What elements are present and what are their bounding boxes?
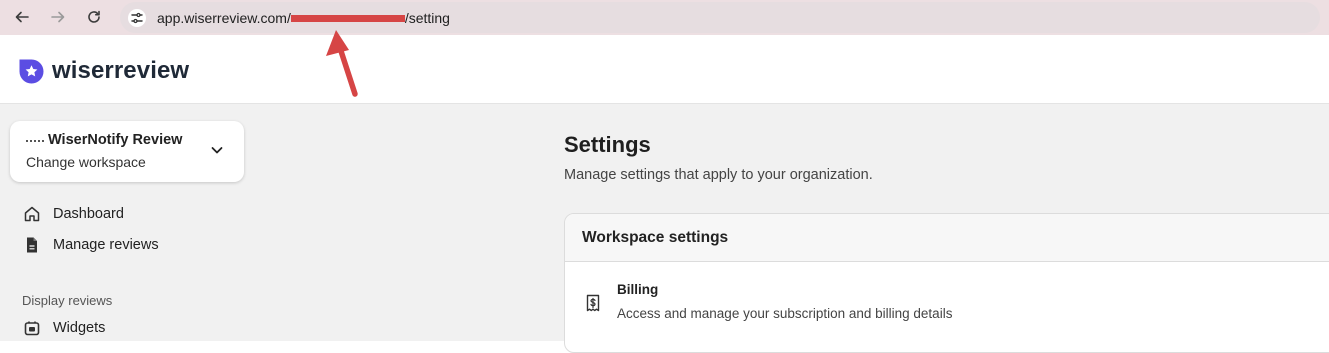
main-content: Settings Manage settings that apply to y… (264, 104, 1329, 353)
back-button[interactable] (10, 5, 34, 29)
panel-title: Workspace settings (582, 229, 729, 246)
arrow-left-icon (15, 11, 29, 23)
redaction-mark (290, 14, 405, 22)
brand-name[interactable]: wiserreview (52, 57, 189, 85)
browser-toolbar: app.wiserreview.com/ /setting (0, 0, 1329, 35)
sidebar: WiserNotify Review Change workspace Dash… (0, 104, 264, 341)
url-suffix: /setting (404, 10, 450, 26)
workspace-switcher[interactable]: WiserNotify Review Change workspace (10, 121, 244, 182)
billing-description: Access and manage your subscription and … (617, 306, 953, 321)
receipt-icon (586, 294, 600, 312)
change-workspace-label: Change workspace (26, 154, 146, 170)
panel-header: Workspace settings (565, 214, 1329, 262)
home-icon (22, 204, 42, 224)
sidebar-item-label: Manage reviews (53, 237, 159, 253)
sidebar-item-dashboard[interactable]: Dashboard (22, 204, 124, 224)
forward-button[interactable] (46, 5, 70, 29)
workspace-settings-panel: Workspace settings Billing Access and ma… (564, 213, 1329, 353)
arrow-right-icon (51, 11, 65, 23)
sidebar-item-label: Dashboard (53, 206, 124, 222)
billing-title[interactable]: Billing (617, 282, 658, 297)
reload-icon (88, 10, 100, 23)
chevron-down-icon (211, 147, 223, 154)
page-subtitle: Manage settings that apply to your organ… (564, 167, 873, 183)
document-icon (22, 235, 42, 255)
display-reviews-section-label: Display reviews (22, 293, 113, 308)
workspace-logo-icon (26, 140, 44, 142)
site-settings-icon[interactable] (128, 9, 146, 27)
sidebar-item-manage-reviews[interactable]: Manage reviews (22, 235, 159, 255)
page-title: Settings (564, 132, 651, 157)
workspace-name: WiserNotify Review (48, 132, 183, 148)
url-text: app.wiserreview.com/ /setting (157, 10, 450, 26)
address-bar[interactable]: app.wiserreview.com/ /setting (120, 2, 1320, 33)
url-prefix: app.wiserreview.com/ (157, 10, 291, 26)
app-header: wiserreview (0, 35, 1329, 104)
sidebar-item-label: Widgets (53, 320, 106, 336)
reload-button[interactable] (82, 5, 106, 29)
annotation-arrow-icon (326, 30, 358, 97)
widget-icon (22, 318, 42, 338)
brand-logo-icon[interactable] (18, 58, 45, 85)
sidebar-item-widgets[interactable]: Widgets (22, 318, 105, 338)
